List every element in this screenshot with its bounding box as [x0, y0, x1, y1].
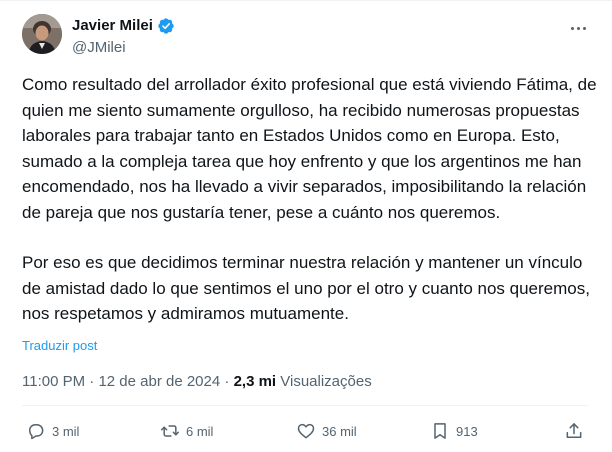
tweet-paragraph: Como resultado del arrollador éxito prof… — [22, 75, 597, 222]
actions-divider — [22, 405, 588, 406]
reply-icon — [29, 424, 44, 440]
tweet-time[interactable]: 11:00 PM — [22, 373, 85, 390]
profile-photo-icon — [22, 14, 62, 54]
like-button[interactable]: 36 mil — [296, 420, 357, 442]
tweet-paragraph: Por eso es que decidimos terminar nuestr… — [22, 253, 590, 323]
avatar[interactable] — [22, 14, 62, 54]
author-handle[interactable]: @JMilei — [72, 38, 126, 58]
views-label[interactable]: Visualizações — [280, 373, 371, 390]
share-button[interactable] — [564, 420, 584, 442]
more-dot-icon — [576, 26, 580, 30]
tweet-text: Como resultado del arrollador éxito prof… — [22, 72, 597, 327]
tweet-meta: 11:00 PM · 12 de abr de 2024 · 2,3 mi Vi… — [22, 372, 372, 392]
reply-count: 3 mil — [52, 423, 80, 439]
views-count[interactable]: 2,3 mi — [234, 373, 277, 390]
bookmark-button[interactable]: 913 — [430, 420, 478, 442]
more-dot-icon — [570, 26, 574, 30]
author-name-row: Javier Milei — [72, 16, 175, 36]
repost-count: 6 mil — [186, 423, 214, 439]
share-icon — [566, 423, 582, 438]
repost-button[interactable]: 6 mil — [160, 420, 213, 442]
top-divider — [0, 0, 612, 1]
repost-icon — [160, 425, 180, 437]
author-name[interactable]: Javier Milei — [72, 16, 153, 36]
tweet-card: Javier Milei @JMilei Como resultado del … — [0, 0, 612, 452]
tweet-date[interactable]: 12 de abr de 2024 — [98, 373, 220, 390]
translate-post-link[interactable]: Traduzir post — [22, 338, 97, 354]
meta-separator: · — [224, 373, 230, 390]
bookmark-count: 913 — [456, 423, 478, 439]
bookmark-icon — [434, 423, 446, 439]
verified-badge-icon — [158, 18, 174, 34]
like-count: 36 mil — [322, 423, 357, 439]
like-icon — [297, 423, 315, 439]
meta-separator: · — [89, 373, 95, 390]
more-dot-icon — [582, 26, 586, 30]
more-options-button[interactable] — [568, 18, 588, 38]
reply-button[interactable]: 3 mil — [26, 420, 79, 442]
